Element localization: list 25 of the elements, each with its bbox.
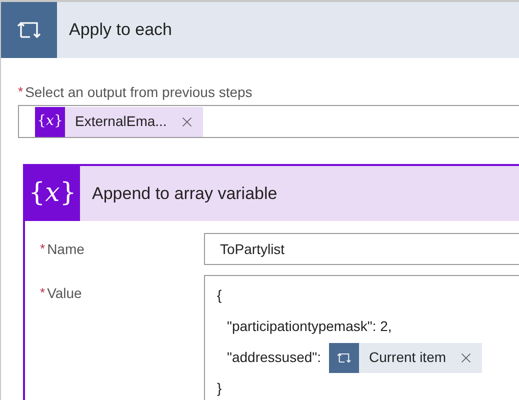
name-field[interactable]: ToPartylist — [204, 233, 519, 265]
field-label: Value — [47, 284, 82, 303]
value-field[interactable]: { "participationtypemask": 2, "addressused": Current item } — [204, 275, 519, 400]
loop-icon — [17, 20, 41, 40]
required-mark: * — [40, 284, 46, 302]
variable-icon: {x} — [25, 166, 80, 221]
loop-header[interactable]: Apply to each — [1, 2, 519, 58]
token-label: Current item — [368, 348, 448, 367]
loop-title: Apply to each — [69, 19, 172, 42]
variable-token[interactable]: {x} ExternalEma... — [35, 106, 203, 136]
token-label: ExternalEma... — [74, 112, 168, 131]
required-mark: * — [18, 83, 24, 101]
loop-icon — [337, 352, 351, 364]
action-header[interactable]: {x} Append to array variable — [25, 166, 519, 221]
field-label: Name — [47, 240, 84, 259]
variable-icon: {x} — [35, 106, 65, 136]
field-label: Select an output from previous steps — [25, 83, 252, 102]
code-line: "participationtypemask": 2, — [227, 317, 392, 336]
output-field[interactable]: {x} ExternalEma... — [18, 105, 519, 138]
code-line: } — [217, 379, 222, 398]
action-title: Append to array variable — [92, 182, 278, 205]
code-line: { — [217, 286, 222, 305]
required-mark: * — [40, 240, 46, 258]
loop-token[interactable]: Current item — [329, 342, 482, 372]
code-line: "addressused": — [227, 348, 321, 367]
